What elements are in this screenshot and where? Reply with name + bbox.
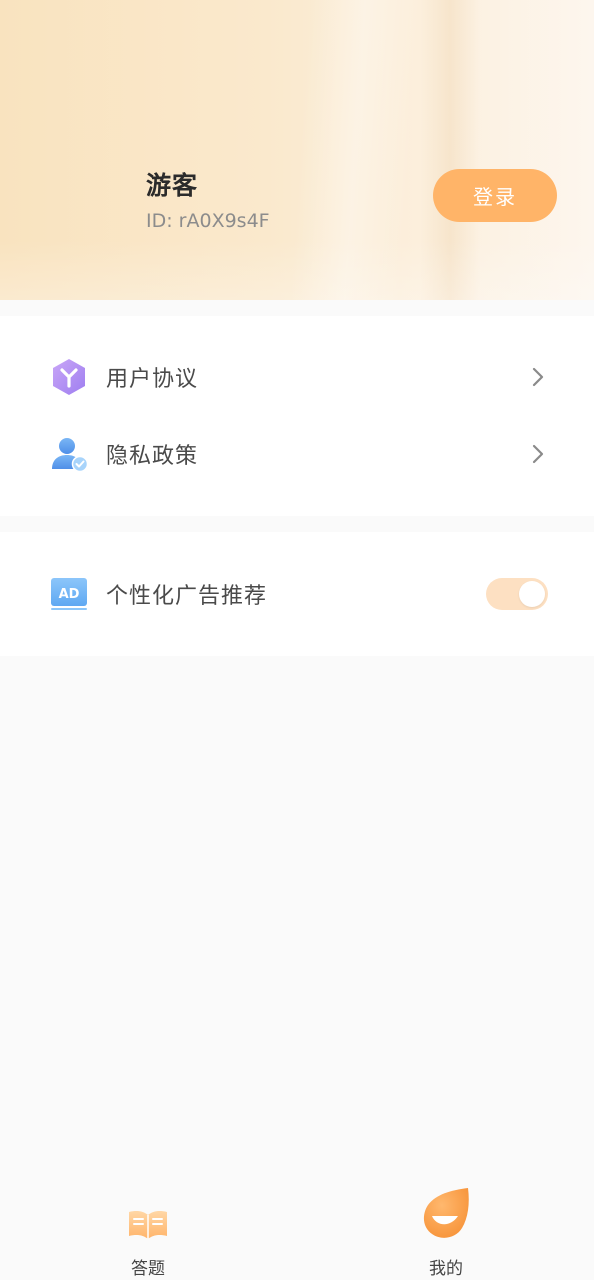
menu-item-privacy-policy[interactable]: 隐私政策	[0, 424, 594, 484]
user-id: ID: rA0X9s4F	[146, 210, 270, 232]
chevron-right-icon	[532, 444, 544, 464]
menu-item-user-agreement[interactable]: 用户协议	[0, 347, 594, 407]
toggle-knob	[519, 581, 545, 607]
menu-card: 用户协议 隐私政策	[0, 316, 594, 516]
menu-item-label: 隐私政策	[106, 444, 199, 469]
personalized-ads-toggle[interactable]	[486, 578, 548, 610]
open-book-icon	[129, 1211, 167, 1239]
nav-tab-label: 答题	[131, 1259, 165, 1279]
profile-page: 游客 ID: rA0X9s4F 登录 用户协议 隐私政策 AD 个性化广告推荐 …	[0, 0, 594, 1280]
nav-tab-quiz[interactable]: 答题	[88, 1180, 208, 1280]
ad-badge-icon: AD	[51, 578, 87, 610]
nav-tab-label: 我的	[429, 1259, 463, 1279]
user-name: 游客	[146, 171, 199, 200]
user-check-icon	[52, 438, 88, 473]
ad-badge-text: AD	[59, 587, 80, 602]
bottom-nav: 答题 我的	[0, 1180, 594, 1280]
chevron-right-icon	[532, 367, 544, 387]
setting-label: 个性化广告推荐	[106, 584, 268, 609]
profile-header: 游客 ID: rA0X9s4F 登录	[0, 0, 594, 300]
menu-item-label: 用户协议	[106, 367, 199, 392]
settings-card: AD 个性化广告推荐	[0, 532, 594, 656]
smile-drop-icon	[423, 1188, 469, 1238]
nav-tab-mine[interactable]: 我的	[386, 1180, 506, 1280]
cube-y-icon	[53, 359, 85, 395]
login-button[interactable]: 登录	[433, 169, 557, 222]
